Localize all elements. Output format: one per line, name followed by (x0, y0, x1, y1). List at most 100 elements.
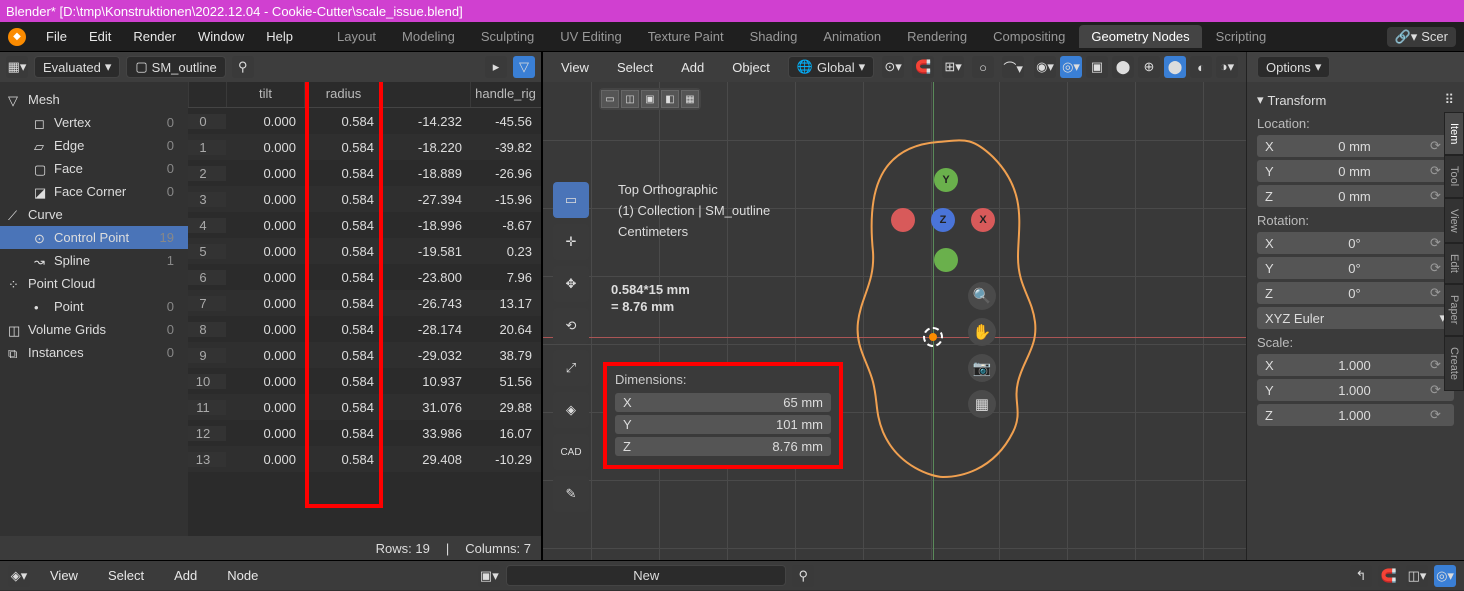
snap-node-icon[interactable]: 🧲 (1378, 565, 1400, 587)
scale-tool-icon[interactable]: ⤢ (553, 350, 589, 386)
pivot-icon[interactable]: ⊙▾ (882, 56, 904, 78)
shading-solid-icon[interactable]: ⬤ (1164, 56, 1186, 78)
object-menu[interactable]: Object (722, 56, 780, 79)
pan-icon[interactable]: ✋ (968, 318, 996, 346)
menu-help[interactable]: Help (256, 25, 303, 48)
tree-control-point[interactable]: ⊙Control Point19 (0, 226, 188, 249)
proportional-type-icon[interactable]: ⌒▾ (1002, 56, 1024, 78)
node-view-menu[interactable]: View (40, 564, 88, 587)
editor-type-node-icon[interactable]: ◈▾ (8, 565, 30, 587)
location-z-field[interactable]: Z0 mm⟳ (1257, 185, 1454, 207)
cursor-tool-icon[interactable]: ✛ (553, 224, 589, 260)
options-dropdown[interactable]: Options ▾ (1257, 56, 1330, 78)
select-menu[interactable]: Select (607, 56, 663, 79)
menu-edit[interactable]: Edit (79, 25, 121, 48)
menu-file[interactable]: File (36, 25, 77, 48)
overlay-node-icon[interactable]: ◎▾ (1434, 565, 1456, 587)
rotation-x-field[interactable]: X0°⟳ (1257, 232, 1454, 254)
object-selector[interactable]: ▢ SM_outline (126, 56, 225, 78)
geometry-type-icon[interactable]: ▣▾ (478, 565, 500, 587)
scale-x-field[interactable]: X1.000⟳ (1257, 354, 1454, 376)
tab-animation[interactable]: Animation (811, 25, 893, 48)
tree-instances[interactable]: ⧉Instances0 (0, 341, 188, 364)
gizmo-y-icon[interactable]: Y (934, 168, 958, 192)
npanel-tab-tool[interactable]: Tool (1444, 155, 1464, 197)
tab-rendering[interactable]: Rendering (895, 25, 979, 48)
rotation-z-field[interactable]: Z0°⟳ (1257, 282, 1454, 304)
transform-panel-title[interactable]: ▾ Transform⠿ (1257, 92, 1454, 108)
npanel-tab-item[interactable]: Item (1444, 112, 1464, 155)
new-nodetree-button[interactable]: New (506, 565, 786, 586)
add-menu[interactable]: Add (671, 56, 714, 79)
camera-icon[interactable]: 📷 (968, 354, 996, 382)
col-handle-right[interactable]: handle_rig (470, 82, 540, 107)
tab-geometry-nodes[interactable]: Geometry Nodes (1079, 25, 1201, 48)
npanel-tab-create[interactable]: Create (1444, 336, 1464, 391)
tab-texture-paint[interactable]: Texture Paint (636, 25, 736, 48)
transform-tool-icon[interactable]: ◈ (553, 392, 589, 428)
view-menu[interactable]: View (551, 56, 599, 79)
npanel-tab-paper[interactable]: Paper (1444, 284, 1464, 335)
select-subtract-icon[interactable]: ◧ (661, 90, 679, 108)
proportional-icon[interactable]: ○ (972, 56, 994, 78)
tree-vertex[interactable]: ◻Vertex0 (0, 111, 188, 134)
select-mode-icons[interactable]: ▭ ◫ ▣ ◧ ▦ (599, 88, 701, 110)
gizmo-neg-x-icon[interactable] (891, 208, 915, 232)
select-lasso-icon[interactable]: ◫ (621, 90, 639, 108)
node-select-menu[interactable]: Select (98, 564, 154, 587)
gizmo-x-icon[interactable]: X (971, 208, 995, 232)
gizmo-z-icon[interactable]: Z (931, 208, 955, 232)
dim-z[interactable]: Z8.76 mm (615, 437, 831, 456)
blender-logo-icon[interactable]: ◆ (8, 28, 26, 46)
show-gizmo-icon[interactable]: ◉▾ (1034, 56, 1056, 78)
tree-face-corner[interactable]: ◪Face Corner0 (0, 180, 188, 203)
move-tool-icon[interactable]: ✥ (553, 266, 589, 302)
tab-uv-editing[interactable]: UV Editing (548, 25, 633, 48)
select-tool-icon[interactable]: ▭ (553, 182, 589, 218)
tab-sculpting[interactable]: Sculpting (469, 25, 546, 48)
snap-icon[interactable]: 🧲 (912, 56, 934, 78)
rotation-mode-dropdown[interactable]: XYZ Euler▾ (1257, 307, 1454, 329)
selection-filter-icon[interactable]: ▸ (485, 56, 507, 78)
rotate-tool-icon[interactable]: ⟲ (553, 308, 589, 344)
location-x-field[interactable]: X0 mm⟳ (1257, 135, 1454, 157)
scale-z-field[interactable]: Z1.000⟳ (1257, 404, 1454, 426)
shading-rendered-icon[interactable]: ◑▾ (1216, 56, 1238, 78)
editor-type-icon[interactable]: ▦▾ (6, 56, 28, 78)
tree-point-cloud[interactable]: ⁘Point Cloud (0, 272, 188, 295)
panel-drag-icon[interactable]: ⠿ (1444, 92, 1454, 108)
zoom-icon[interactable]: 🔍 (968, 282, 996, 310)
shading-matcap-icon[interactable]: ◐ (1190, 56, 1212, 78)
orientation-dropdown[interactable]: 🌐 Global▾ (788, 56, 874, 78)
tab-layout[interactable]: Layout (325, 25, 388, 48)
col-handle[interactable] (382, 82, 470, 107)
select-intersect-icon[interactable]: ▦ (681, 90, 699, 108)
tree-face[interactable]: ▢Face0 (0, 157, 188, 180)
tree-mesh[interactable]: ▽Mesh (0, 88, 188, 111)
dim-y[interactable]: Y101 mm (615, 415, 831, 434)
snap-node-type-icon[interactable]: ◫▾ (1406, 565, 1428, 587)
pin-icon[interactable]: ⚲ (232, 56, 254, 78)
scale-y-field[interactable]: Y1.000⟳ (1257, 379, 1454, 401)
scene-dropdown[interactable]: 🔗▾ Scer (1387, 27, 1456, 47)
pin-node-icon[interactable]: ⚲ (792, 565, 814, 587)
select-extend-icon[interactable]: ▣ (641, 90, 659, 108)
menu-window[interactable]: Window (188, 25, 254, 48)
tree-curve[interactable]: ⟋Curve (0, 203, 188, 226)
menu-render[interactable]: Render (123, 25, 186, 48)
filter-icon[interactable]: ▽ (513, 56, 535, 78)
npanel-tab-view[interactable]: View (1444, 198, 1464, 244)
tree-point[interactable]: •Point0 (0, 295, 188, 318)
xray-icon[interactable]: ▣ (1086, 56, 1108, 78)
parent-node-icon[interactable]: ↰ (1350, 565, 1372, 587)
tree-volume-grids[interactable]: ◫Volume Grids0 (0, 318, 188, 341)
col-tilt[interactable]: tilt (226, 82, 304, 107)
rotation-y-field[interactable]: Y0°⟳ (1257, 257, 1454, 279)
tab-scripting[interactable]: Scripting (1204, 25, 1279, 48)
viewport-3d[interactable]: ▭ ◫ ▣ ◧ ▦ Top Orthographic (1) Collectio… (543, 82, 1246, 560)
tab-shading[interactable]: Shading (738, 25, 810, 48)
dim-x[interactable]: X65 mm (615, 393, 831, 412)
node-add-menu[interactable]: Add (164, 564, 207, 587)
gizmo-neg-y-icon[interactable] (934, 248, 958, 272)
evaluated-dropdown[interactable]: Evaluated▾ (34, 56, 120, 78)
